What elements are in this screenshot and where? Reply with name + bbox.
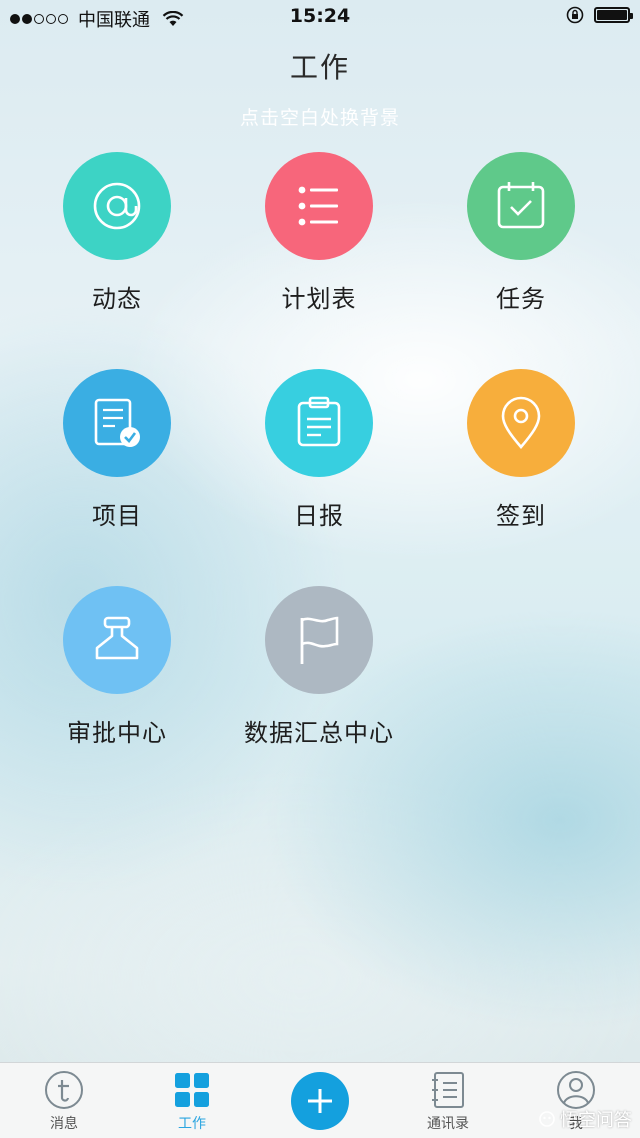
app-tasks[interactable]: 任务 bbox=[421, 152, 621, 314]
tab-messages[interactable]: 消息 bbox=[0, 1063, 128, 1138]
rotation-lock-icon bbox=[566, 6, 584, 24]
app-icon-circle[interactable] bbox=[265, 152, 373, 260]
app-label: 审批中心 bbox=[67, 719, 167, 747]
watermark-text: 悟空问答 bbox=[560, 1110, 632, 1131]
location-pin-icon bbox=[501, 396, 541, 449]
message-icon bbox=[45, 1071, 83, 1109]
app-label: 数据汇总中心 bbox=[244, 719, 394, 747]
tab-label: 通讯录 bbox=[427, 1116, 469, 1132]
app-label: 计划表 bbox=[281, 285, 357, 313]
battery-icon bbox=[594, 7, 633, 23]
app-approval-center[interactable]: 审批中心 bbox=[17, 586, 217, 748]
watermark: 悟空问答 bbox=[538, 1106, 632, 1132]
app-data-summary-center[interactable]: 数据汇总中心 bbox=[219, 586, 419, 748]
app-projects[interactable]: 项目 bbox=[17, 369, 217, 531]
status-bar: 中国联通 15:24 bbox=[0, 0, 640, 34]
flag-icon bbox=[300, 616, 339, 664]
tab-contacts[interactable]: 通讯录 bbox=[384, 1063, 512, 1138]
app-icon-circle[interactable] bbox=[63, 586, 171, 694]
tab-work[interactable]: 工作 bbox=[128, 1063, 256, 1138]
document-check-icon bbox=[94, 398, 140, 447]
app-label: 动态 bbox=[92, 285, 142, 313]
plus-icon bbox=[308, 1089, 332, 1113]
app-label: 签到 bbox=[496, 502, 546, 530]
app-icon-circle[interactable] bbox=[63, 152, 171, 260]
app-icon-circle[interactable] bbox=[265, 369, 373, 477]
app-dynamics[interactable]: 动态 bbox=[17, 152, 217, 314]
app-check-in[interactable]: 签到 bbox=[421, 369, 621, 531]
status-time: 15:24 bbox=[289, 5, 351, 27]
status-bar-right bbox=[566, 6, 633, 24]
stamp-icon bbox=[95, 616, 139, 660]
contacts-icon bbox=[432, 1072, 464, 1108]
app-icon-circle[interactable] bbox=[467, 369, 575, 477]
app-icon-circle[interactable] bbox=[63, 369, 171, 477]
calendar-check-icon bbox=[497, 182, 545, 229]
app-daily-report[interactable]: 日报 bbox=[219, 369, 419, 531]
list-icon bbox=[298, 186, 338, 226]
app-label: 日报 bbox=[294, 502, 344, 530]
battery-level bbox=[597, 10, 627, 20]
change-background-hint[interactable]: 点击空白处换背景 bbox=[0, 103, 640, 130]
app-plan[interactable]: 计划表 bbox=[219, 152, 419, 314]
app-icon-circle[interactable] bbox=[265, 586, 373, 694]
wukong-logo-icon bbox=[539, 1111, 555, 1127]
app-label: 项目 bbox=[92, 502, 142, 530]
tab-label: 工作 bbox=[178, 1116, 206, 1132]
grid-icon bbox=[175, 1073, 209, 1107]
add-button[interactable] bbox=[291, 1072, 349, 1130]
clipboard-icon bbox=[297, 396, 341, 447]
tab-label: 消息 bbox=[50, 1116, 78, 1132]
profile-icon bbox=[557, 1071, 595, 1109]
at-icon bbox=[93, 182, 141, 230]
page-title: 工作 bbox=[289, 51, 350, 84]
app-label: 任务 bbox=[496, 285, 546, 313]
app-icon-circle[interactable] bbox=[467, 152, 575, 260]
